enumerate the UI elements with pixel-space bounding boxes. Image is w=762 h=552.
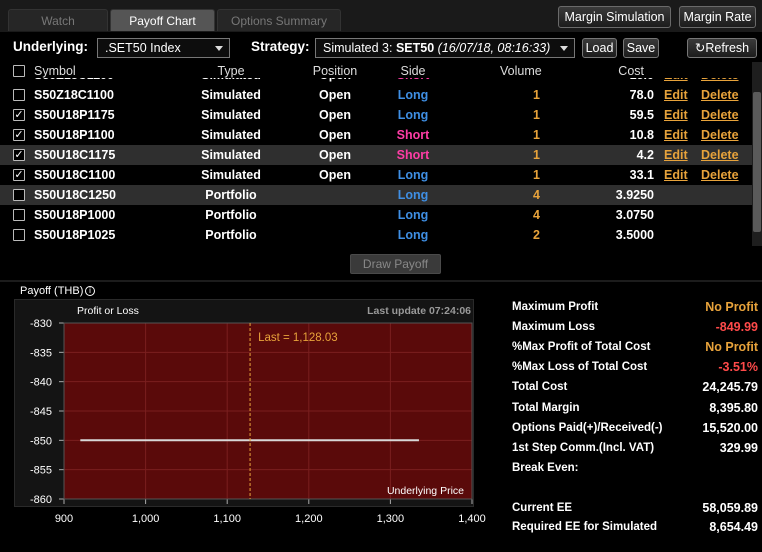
y-tick-label: -830 bbox=[30, 318, 52, 330]
edit-link[interactable]: Edit bbox=[664, 125, 688, 145]
stat-label: Required EE for Simulated bbox=[512, 521, 658, 533]
edit-link[interactable]: Edit bbox=[664, 85, 688, 105]
cost-cell: 78.0 bbox=[629, 88, 654, 102]
volume-cell: 1 bbox=[533, 108, 540, 122]
x-tick-label: 1,100 bbox=[213, 513, 241, 525]
stat-value: No Profit bbox=[705, 300, 758, 314]
volume-cell: 4 bbox=[533, 208, 540, 222]
delete-link[interactable]: Delete bbox=[701, 125, 739, 145]
stat-value: 58,059.89 bbox=[702, 501, 758, 515]
stat-value: -3.51% bbox=[718, 360, 758, 374]
stat-value: 329.99 bbox=[719, 441, 758, 455]
stat-label: Total Margin bbox=[512, 402, 580, 414]
cost-cell: 3.5000 bbox=[615, 228, 654, 242]
volume-cell: 1 bbox=[533, 148, 540, 162]
stat-label: Current EE bbox=[512, 502, 573, 514]
delete-link[interactable]: Delete bbox=[701, 85, 739, 105]
stat-label: Break Even: bbox=[512, 462, 579, 474]
x-axis-label: Underlying Price bbox=[387, 485, 464, 497]
margin-simulation-button[interactable]: Margin Simulation bbox=[558, 6, 671, 28]
x-tick-label: 900 bbox=[55, 513, 73, 525]
cost-cell: 10.8 bbox=[629, 128, 654, 142]
x-tick-label: 1,000 bbox=[132, 513, 160, 525]
stat-value: 24,245.79 bbox=[702, 380, 758, 394]
delete-link[interactable]: Delete bbox=[701, 105, 739, 125]
volume-cell: 1 bbox=[533, 128, 540, 142]
cost-cell: 33.1 bbox=[629, 168, 654, 182]
stat-value: No Profit bbox=[705, 340, 758, 354]
last-update-text: Last update 07:24:06 bbox=[367, 305, 471, 317]
cost-cell: 4.2 bbox=[636, 148, 654, 162]
refresh-button[interactable]: ↻Refresh bbox=[687, 38, 757, 58]
y-tick-label: -860 bbox=[30, 494, 52, 506]
load-button[interactable]: Load bbox=[582, 38, 617, 58]
y-tick-label: -850 bbox=[30, 435, 52, 447]
delete-link[interactable]: Delete bbox=[701, 145, 739, 165]
stat-label: Options Paid(+)/Received(-) bbox=[512, 422, 663, 434]
volume-cell: 1 bbox=[533, 88, 540, 102]
payoff-chart-svg: -830 -835 -840 -845 -850 -855 -860900 1,000 1,10… bbox=[30, 305, 486, 525]
y-tick-label: -840 bbox=[30, 377, 52, 389]
header-volume[interactable]: Volume bbox=[500, 62, 542, 80]
x-tick-label: 1,300 bbox=[377, 513, 405, 525]
stat-label: 1st Step Comm.(Incl. VAT) bbox=[512, 442, 655, 454]
scrollbar-thumb[interactable] bbox=[753, 92, 761, 232]
delete-link[interactable]: Delete bbox=[701, 165, 739, 185]
stat-label: Maximum Profit bbox=[512, 301, 599, 313]
edit-link[interactable]: Edit bbox=[664, 105, 688, 125]
y-tick-label: -845 bbox=[30, 406, 52, 418]
margin-rate-button[interactable]: Margin Rate bbox=[679, 6, 756, 28]
y-axis-label: Profit or Loss bbox=[77, 305, 139, 317]
volume-cell: 1 bbox=[533, 168, 540, 182]
stat-value: 8,395.80 bbox=[709, 401, 758, 415]
cost-cell: 3.9250 bbox=[615, 188, 654, 202]
edit-link[interactable]: Edit bbox=[664, 165, 688, 185]
edit-link[interactable]: Edit bbox=[664, 145, 688, 165]
save-button[interactable]: Save bbox=[623, 38, 659, 58]
y-tick-label: -855 bbox=[30, 465, 52, 477]
y-tick-label: -835 bbox=[30, 347, 52, 359]
cost-cell: 59.5 bbox=[629, 108, 654, 122]
stat-label: %Max Loss of Total Cost bbox=[512, 361, 648, 373]
cost-cell: 3.0750 bbox=[615, 208, 654, 222]
stat-value: -849.99 bbox=[715, 320, 758, 334]
stat-value: 8,654.49 bbox=[709, 520, 758, 534]
stat-value: 15,520.00 bbox=[702, 421, 758, 435]
x-tick-label: 1,400 bbox=[458, 513, 486, 525]
volume-cell: 2 bbox=[533, 228, 540, 242]
x-tick-label: 1,200 bbox=[295, 513, 323, 525]
stat-label: Maximum Loss bbox=[512, 321, 596, 333]
last-price-annotation: Last = 1,128.03 bbox=[258, 332, 338, 344]
refresh-label: Refresh bbox=[705, 41, 750, 55]
stat-label: %Max Profit of Total Cost bbox=[512, 341, 651, 353]
header-cost[interactable]: Cost bbox=[582, 62, 644, 80]
volume-cell: 4 bbox=[533, 188, 540, 202]
refresh-icon: ↻ bbox=[694, 41, 706, 55]
chevron-down-icon bbox=[560, 46, 568, 51]
stat-label: Total Cost bbox=[512, 381, 568, 393]
